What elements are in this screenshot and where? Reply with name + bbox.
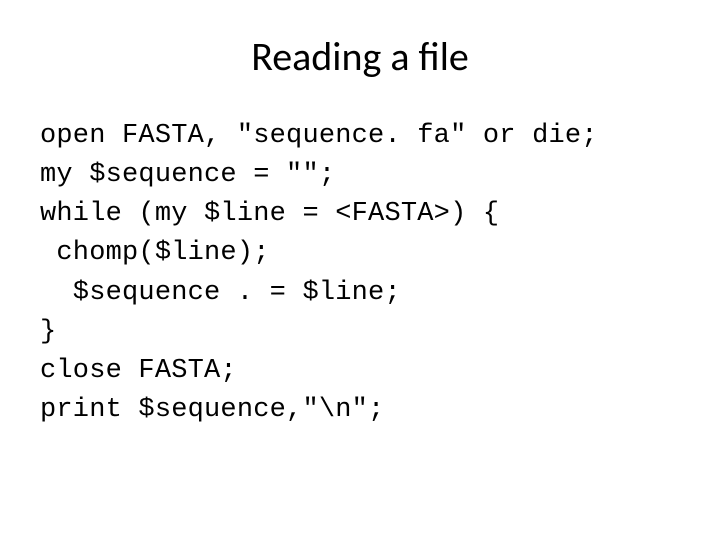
code-line: close FASTA; bbox=[40, 356, 237, 386]
code-line: $sequence . = $line; bbox=[40, 278, 401, 308]
code-block: open FASTA, "sequence. fa" or die; my $s… bbox=[40, 117, 680, 430]
code-line: while (my $line = <FASTA>) { bbox=[40, 199, 499, 229]
code-line: } bbox=[40, 317, 56, 347]
code-line: my $sequence = ""; bbox=[40, 160, 335, 190]
code-line: open FASTA, "sequence. fa" or die; bbox=[40, 121, 598, 151]
slide-title: Reading a file bbox=[40, 32, 680, 81]
code-line: print $sequence,"\n"; bbox=[40, 395, 384, 425]
slide: Reading a file open FASTA, "sequence. fa… bbox=[0, 0, 720, 540]
code-line: chomp($line); bbox=[40, 238, 270, 268]
